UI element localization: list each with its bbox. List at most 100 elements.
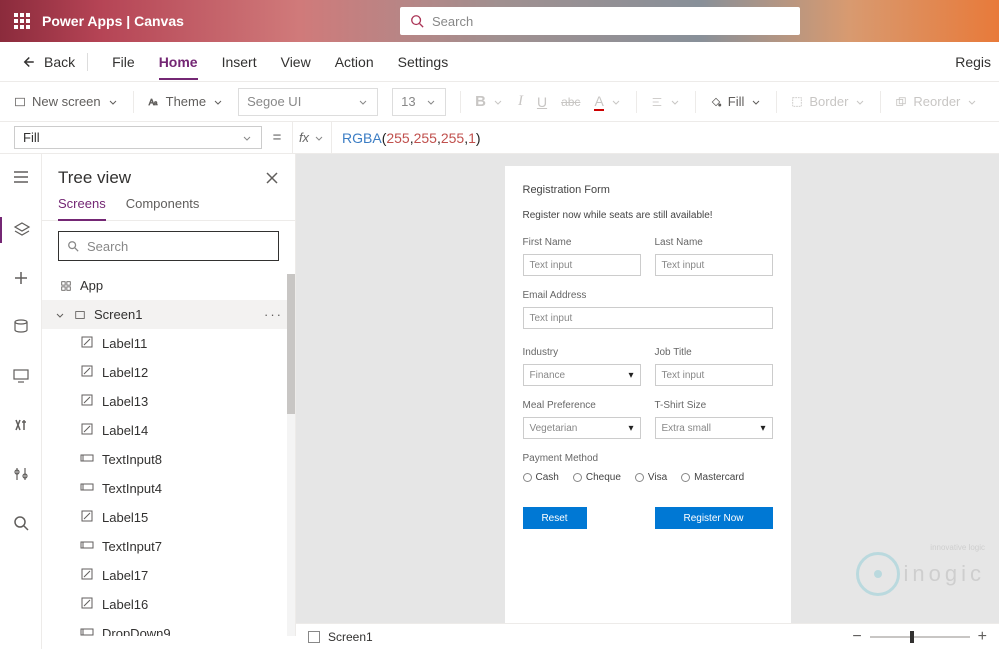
theme-button[interactable]: Aa Theme bbox=[148, 94, 224, 109]
input-last-name[interactable]: Text input bbox=[655, 254, 773, 276]
bold-button[interactable]: B bbox=[475, 93, 504, 110]
tree-label: TextInput8 bbox=[102, 452, 162, 467]
zoom-out-button[interactable]: − bbox=[852, 628, 861, 646]
tree-node-leaf[interactable]: DropDown9 bbox=[42, 619, 295, 636]
font-size-select[interactable]: 13 bbox=[392, 88, 446, 116]
back-button[interactable]: Back bbox=[18, 53, 88, 71]
tree-node-leaf[interactable]: TextInput4 bbox=[42, 474, 295, 503]
menu-file[interactable]: File bbox=[112, 54, 135, 70]
caret-down-icon: ▾ bbox=[760, 423, 765, 434]
input-first-name[interactable]: Text input bbox=[523, 254, 641, 276]
align-button[interactable] bbox=[651, 96, 681, 108]
radio-mastercard[interactable]: Mastercard bbox=[681, 472, 744, 483]
rail-media[interactable] bbox=[12, 367, 30, 390]
fill-label: Fill bbox=[728, 94, 745, 109]
reorder-label: Reorder bbox=[913, 94, 960, 109]
left-rail bbox=[0, 154, 42, 649]
chevron-down-icon bbox=[610, 96, 622, 108]
chevron-down-icon bbox=[492, 96, 504, 108]
close-icon[interactable] bbox=[265, 171, 279, 185]
payment-radio-group: Cash Cheque Visa Mastercard bbox=[523, 472, 773, 483]
fx-label[interactable]: fx bbox=[292, 122, 332, 153]
menu-insert[interactable]: Insert bbox=[222, 54, 257, 70]
tree-node-app[interactable]: App bbox=[42, 271, 295, 300]
zoom-slider[interactable] bbox=[870, 636, 970, 638]
tree-node-leaf[interactable]: Label17 bbox=[42, 561, 295, 590]
tree-node-leaf[interactable]: Label13 bbox=[42, 387, 295, 416]
tree-node-leaf[interactable]: TextInput8 bbox=[42, 445, 295, 474]
radio-visa[interactable]: Visa bbox=[635, 472, 667, 483]
menu-settings[interactable]: Settings bbox=[398, 54, 449, 70]
radio-cash[interactable]: Cash bbox=[523, 472, 559, 483]
radio-cheque[interactable]: Cheque bbox=[573, 472, 621, 483]
font-color-button[interactable]: A bbox=[594, 93, 621, 111]
select-tshirt[interactable]: Extra small ▾ bbox=[655, 417, 773, 439]
menu-bar: Back File Home Insert View Action Settin… bbox=[0, 42, 999, 82]
reorder-button[interactable]: Reorder bbox=[895, 94, 978, 109]
tab-screens[interactable]: Screens bbox=[58, 196, 106, 221]
scrollbar-thumb[interactable] bbox=[287, 274, 295, 414]
select-value: Extra small bbox=[662, 423, 711, 434]
input-job-title[interactable]: Text input bbox=[655, 364, 773, 386]
rail-search[interactable] bbox=[12, 514, 30, 537]
tree-node-leaf[interactable]: Label11 bbox=[42, 329, 295, 358]
italic-button[interactable]: I bbox=[518, 93, 523, 110]
tree-node-leaf[interactable]: Label14 bbox=[42, 416, 295, 445]
underline-button[interactable]: U bbox=[537, 94, 547, 110]
rail-data[interactable] bbox=[12, 318, 30, 341]
property-selector[interactable]: Fill bbox=[14, 126, 262, 149]
formula-input[interactable]: RGBA(255, 255, 255, 1) bbox=[332, 122, 999, 153]
screen-checkbox[interactable] bbox=[308, 631, 320, 643]
border-button[interactable]: Border bbox=[791, 94, 866, 109]
strikethrough-button[interactable]: abc bbox=[561, 95, 580, 109]
label-icon bbox=[80, 393, 94, 410]
rail-variables[interactable] bbox=[12, 416, 30, 439]
tree-search-input[interactable]: Search bbox=[58, 231, 279, 261]
tree-node-screen1[interactable]: Screen1 ··· bbox=[42, 300, 295, 329]
label-icon bbox=[80, 567, 94, 584]
register-button[interactable]: Register Now bbox=[655, 507, 773, 529]
border-label: Border bbox=[809, 94, 848, 109]
panel-scrollbar[interactable] bbox=[287, 274, 295, 636]
new-screen-label: New screen bbox=[32, 94, 101, 109]
tree-node-leaf[interactable]: Label12 bbox=[42, 358, 295, 387]
tree-node-leaf[interactable]: Label16 bbox=[42, 590, 295, 619]
tab-components[interactable]: Components bbox=[126, 196, 200, 220]
menu-view[interactable]: View bbox=[281, 54, 311, 70]
chevron-down-icon bbox=[212, 96, 224, 108]
rail-hamburger[interactable] bbox=[12, 168, 30, 191]
status-bar: Screen1 − + bbox=[296, 623, 999, 649]
menu-action[interactable]: Action bbox=[335, 54, 374, 70]
reset-button[interactable]: Reset bbox=[523, 507, 587, 529]
global-search[interactable]: Search bbox=[400, 7, 800, 35]
select-industry[interactable]: Finance▾ bbox=[523, 364, 641, 386]
radio-label: Cash bbox=[536, 472, 559, 483]
font-family-select[interactable]: Segoe UI bbox=[238, 88, 378, 116]
zoom-slider-thumb[interactable] bbox=[910, 631, 914, 643]
canvas-area[interactable]: Registration Form Register now while sea… bbox=[296, 154, 999, 636]
menu-home[interactable]: Home bbox=[159, 54, 198, 80]
label-icon bbox=[80, 509, 94, 526]
app-launcher-icon[interactable] bbox=[14, 13, 30, 29]
variables-icon bbox=[12, 416, 30, 434]
font-size-label: 13 bbox=[401, 94, 415, 109]
rail-insert[interactable] bbox=[12, 269, 30, 292]
form-subtitle: Register now while seats are still avail… bbox=[523, 210, 773, 221]
database-icon bbox=[12, 318, 30, 336]
zoom-in-button[interactable]: + bbox=[978, 628, 987, 646]
select-meal[interactable]: Vegetarian▾ bbox=[523, 417, 641, 439]
rail-advanced[interactable] bbox=[12, 465, 30, 488]
tree-node-leaf[interactable]: TextInput7 bbox=[42, 532, 295, 561]
tree-label: Label11 bbox=[102, 336, 147, 351]
new-screen-button[interactable]: New screen bbox=[14, 94, 119, 109]
app-title: Power Apps | Canvas bbox=[42, 13, 184, 29]
more-menu-icon[interactable]: ··· bbox=[264, 307, 283, 322]
tree-label: Label12 bbox=[102, 365, 148, 380]
fill-color-button[interactable]: Fill bbox=[710, 94, 763, 109]
panel-tabs: Screens Components bbox=[42, 196, 295, 221]
radio-icon bbox=[681, 473, 690, 482]
input-email[interactable]: Text input bbox=[523, 307, 773, 329]
rail-tree-view[interactable] bbox=[0, 217, 41, 243]
svg-text:a: a bbox=[154, 101, 158, 107]
tree-node-leaf[interactable]: Label15 bbox=[42, 503, 295, 532]
